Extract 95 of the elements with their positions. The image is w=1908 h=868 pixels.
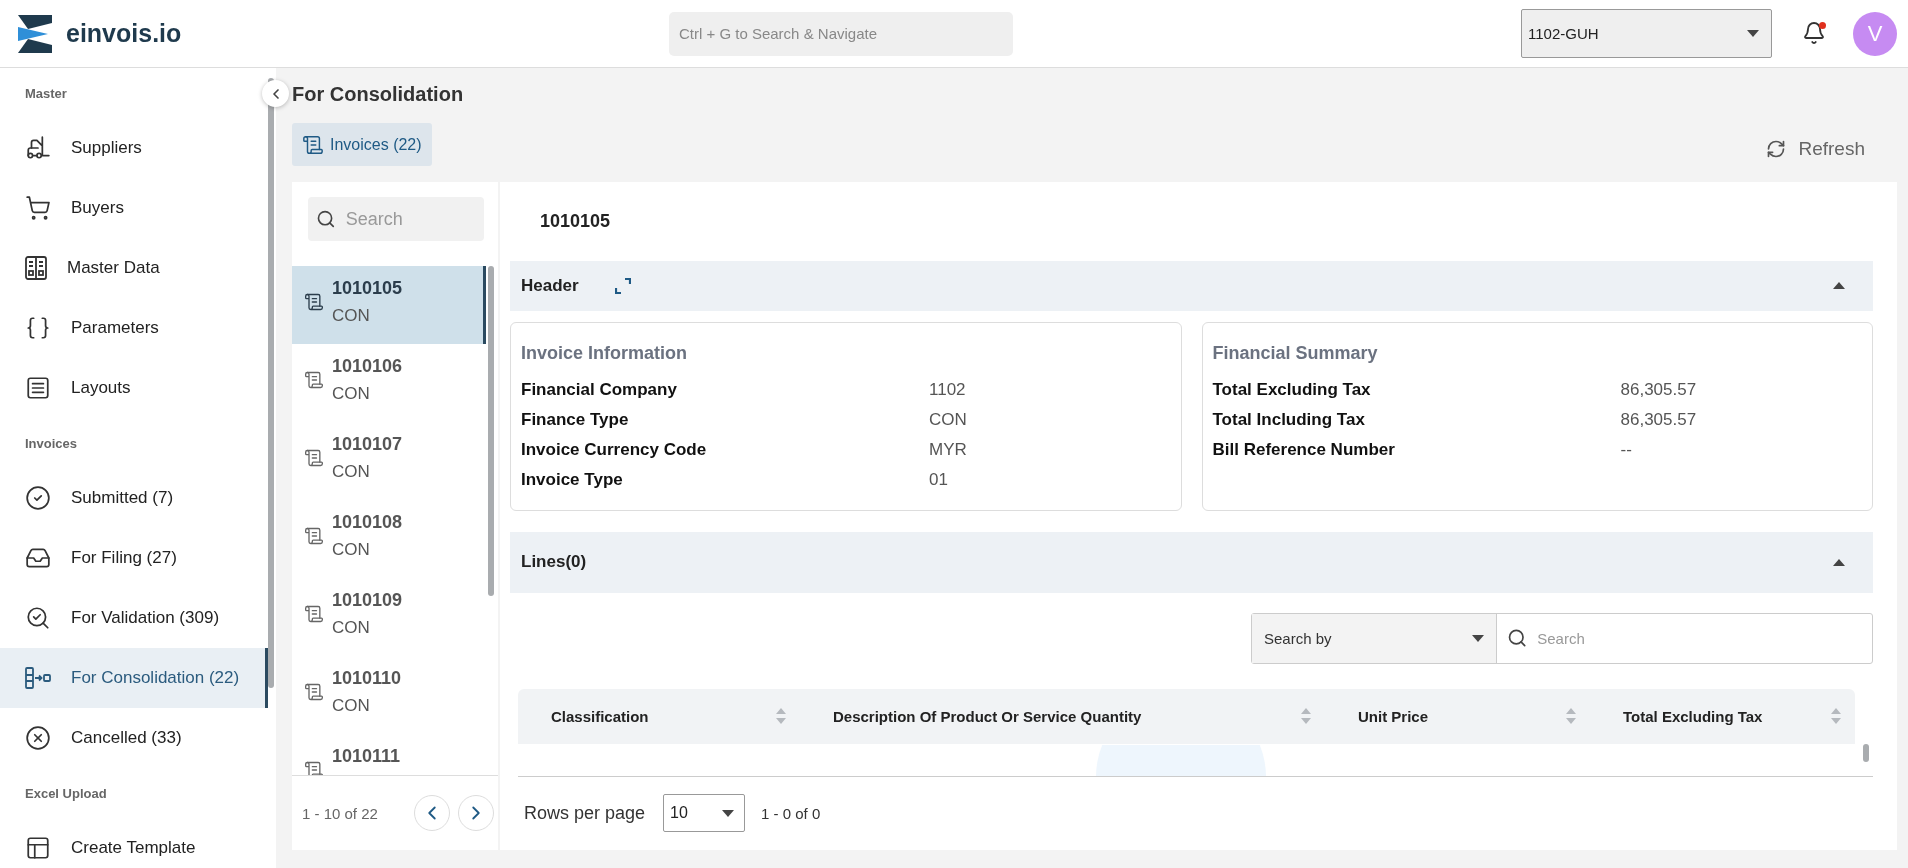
- template-icon: [25, 835, 51, 861]
- field-label: Bill Reference Number: [1212, 439, 1396, 460]
- sidebar-section-title: Master: [24, 84, 68, 103]
- document-icon: [304, 370, 324, 390]
- refresh-icon: [1766, 139, 1787, 159]
- pagination-text: 1 - 10 of 22: [302, 804, 379, 822]
- invoice-list-item[interactable]: 1010111: [292, 734, 486, 775]
- global-search-field[interactable]: Ctrl + G to Search & Navigate: [669, 11, 1013, 56]
- invoice-number-title: 1010105: [539, 210, 612, 234]
- forklift-icon: [25, 135, 51, 161]
- inbox-icon: [25, 545, 51, 571]
- logo-icon: [18, 14, 52, 53]
- sort-icon[interactable]: [776, 708, 786, 725]
- sidebar-item[interactable]: Master Data: [0, 238, 268, 298]
- sidebar-item[interactable]: Layouts: [0, 358, 268, 418]
- list-icon: [25, 375, 51, 401]
- rows-per-page-select[interactable]: 10: [663, 794, 746, 833]
- column-header[interactable]: Unit Price: [1358, 707, 1429, 725]
- list-search-field[interactable]: Search: [343, 207, 476, 231]
- invoice-list-item[interactable]: 1010105 CON: [292, 266, 486, 344]
- search-check-icon: [25, 605, 51, 631]
- document-icon: [304, 448, 324, 468]
- document-icon: [304, 604, 324, 624]
- field-label: Invoice Currency Code: [521, 439, 708, 460]
- lines-section-bar[interactable]: Lines(0): [510, 531, 1873, 593]
- field-label: Total Including Tax: [1212, 409, 1366, 430]
- caret-icon: [722, 809, 735, 817]
- sort-icon[interactable]: [1831, 708, 1841, 725]
- field-value: 86,305.57: [1620, 409, 1698, 430]
- field-label: Finance Type: [521, 409, 630, 430]
- check-circle-icon: [25, 485, 51, 511]
- sidebar-item[interactable]: Create Template: [0, 818, 268, 868]
- sidebar-item[interactable]: For Filing (27): [0, 528, 268, 588]
- grid-icon: [25, 256, 47, 280]
- collapse-sidebar-button[interactable]: [262, 80, 289, 107]
- rows-per-page-label: Rows per page: [524, 802, 646, 824]
- sidebar-item[interactable]: Suppliers: [0, 118, 268, 178]
- invoice-list-item[interactable]: 1010107 CON: [292, 422, 486, 500]
- logo-text: einvois.io: [66, 19, 182, 48]
- caret-icon: [1747, 30, 1759, 37]
- merge-icon: [25, 666, 51, 690]
- field-value: --: [1620, 439, 1633, 460]
- sidebar-item[interactable]: For Validation (309): [0, 588, 268, 648]
- caret-icon: [1472, 634, 1484, 642]
- sidebar-item[interactable]: Submitted (7): [0, 468, 268, 528]
- document-icon: [302, 133, 324, 156]
- invoice-list-item[interactable]: 1010110 CON: [292, 656, 486, 734]
- field-label: Invoice Type: [521, 469, 624, 490]
- sidebar-item[interactable]: For Consolidation (22): [0, 648, 268, 708]
- company-select[interactable]: 1102-GUH: [1521, 9, 1772, 58]
- next-page-button[interactable]: [458, 795, 494, 831]
- sidebar-item[interactable]: Cancelled (33): [0, 708, 268, 768]
- field-label: Total Excluding Tax: [1212, 379, 1372, 400]
- tab[interactable]: Invoices (22): [292, 123, 432, 166]
- field-value: 1102: [929, 379, 967, 400]
- close-circle-icon: [25, 725, 51, 751]
- column-header[interactable]: Classification: [551, 707, 649, 725]
- field-label: Financial Company: [521, 379, 678, 400]
- field-value: 86,305.57: [1620, 379, 1698, 400]
- table-scrollbar[interactable]: [1863, 743, 1869, 762]
- column-header[interactable]: Description Of Product Or Service Quantity: [833, 707, 1142, 725]
- invoice-list-item[interactable]: 1010109 CON: [292, 578, 486, 656]
- page-title: For Consolidation: [292, 81, 465, 107]
- sidebar-scrollbar[interactable]: [268, 78, 274, 688]
- bell-icon: [1802, 20, 1826, 45]
- field-value: CON: [929, 409, 968, 430]
- page-range-text: 1 - 0 of 0: [761, 804, 821, 822]
- list-scrollbar[interactable]: [488, 266, 494, 596]
- search-box[interactable]: Search: [308, 197, 484, 241]
- sort-icon[interactable]: [1301, 708, 1311, 725]
- notifications-button[interactable]: [1802, 20, 1828, 47]
- sidebar-section-title: Excel Upload: [24, 784, 108, 803]
- document-icon: [304, 526, 324, 546]
- header-section-bar[interactable]: Header: [510, 261, 1873, 311]
- invoice-list-item[interactable]: 1010106 CON: [292, 344, 486, 422]
- sidebar-section-title: Invoices: [24, 434, 79, 453]
- field-value: MYR: [929, 439, 968, 460]
- card-title: Invoice Information: [521, 342, 689, 364]
- column-header[interactable]: Total Excluding Tax: [1623, 707, 1763, 725]
- invoice-list-item[interactable]: 1010108 CON: [292, 500, 486, 578]
- sidebar-item[interactable]: Buyers: [0, 178, 268, 238]
- document-icon: [304, 292, 324, 312]
- lines-search-field[interactable]: Search: [1535, 628, 1862, 648]
- card-title: Financial Summary: [1212, 342, 1379, 364]
- previous-page-button[interactable]: [414, 795, 450, 831]
- refresh-button[interactable]: Refresh: [1766, 138, 1865, 160]
- document-icon: [304, 760, 324, 775]
- sort-icon[interactable]: [1566, 708, 1576, 725]
- field-value: 01: [929, 469, 949, 490]
- cart-icon: [25, 195, 51, 221]
- document-icon: [304, 682, 324, 702]
- expand-icon[interactable]: [614, 277, 631, 294]
- search-by-select[interactable]: Search by: [1252, 613, 1497, 663]
- braces-icon: [25, 315, 51, 341]
- sidebar-item[interactable]: Parameters: [0, 298, 268, 358]
